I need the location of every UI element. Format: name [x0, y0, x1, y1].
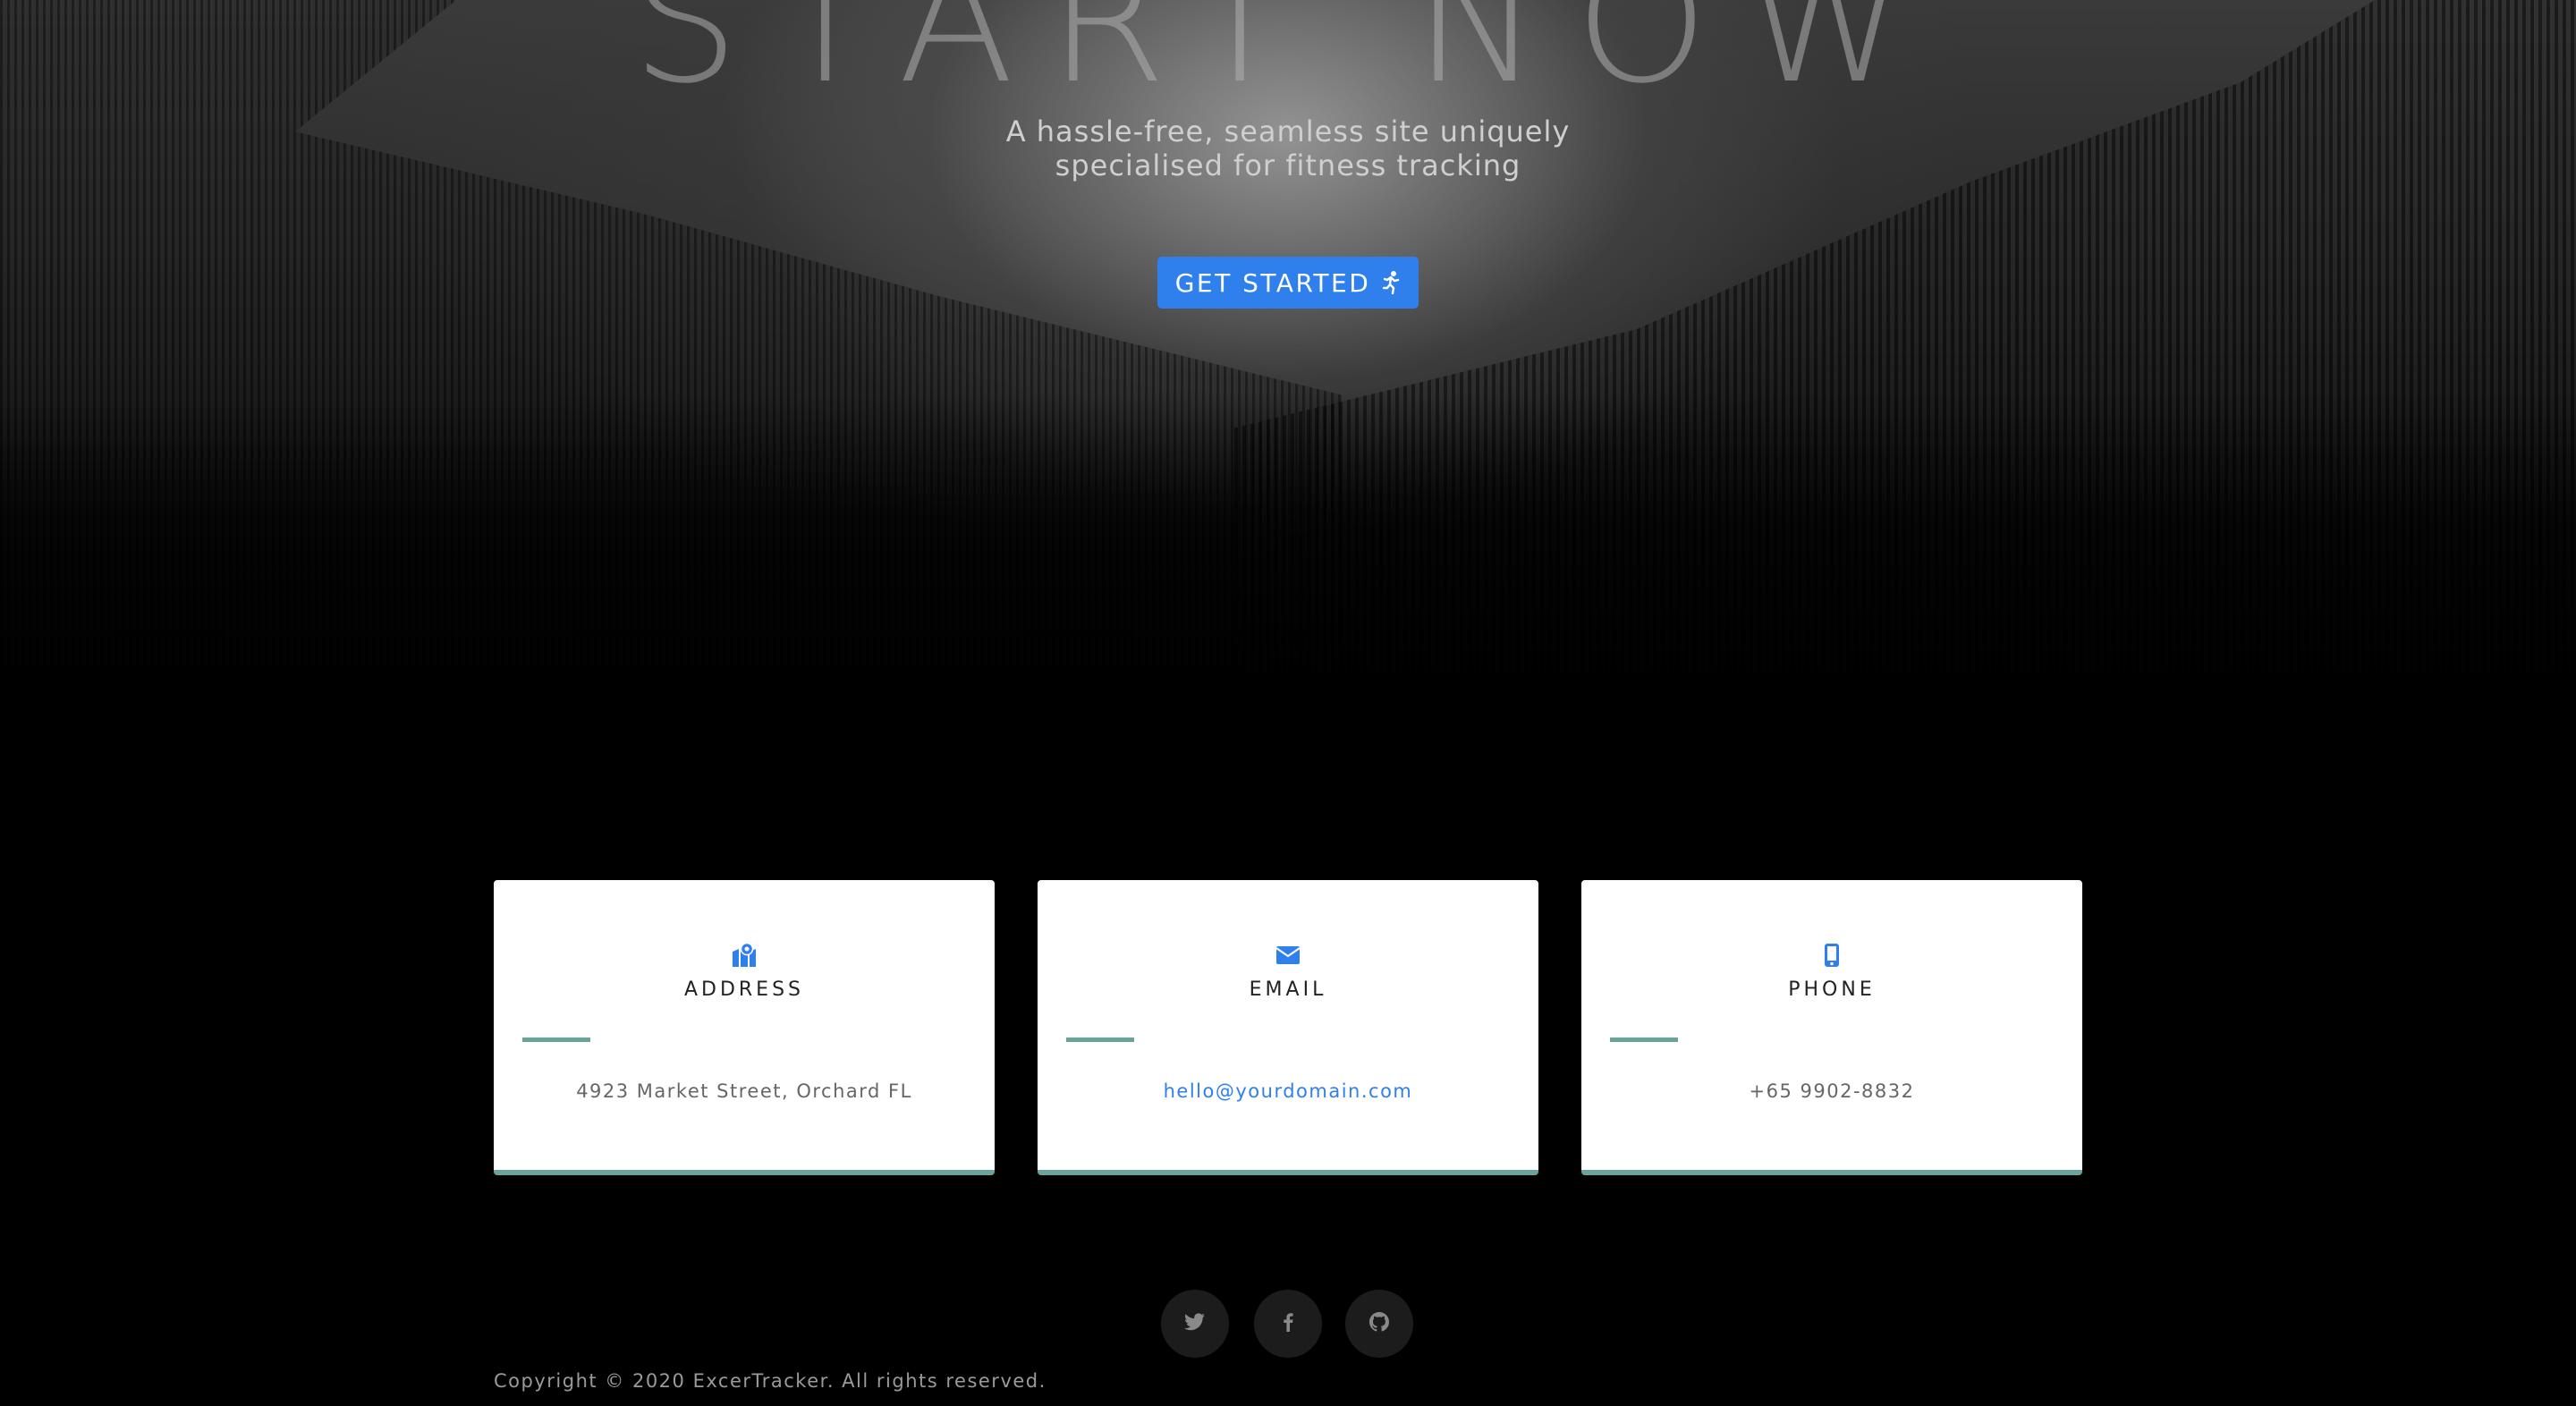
address-card: ADDRESS 4923 Market Street, Orchard FL [494, 880, 995, 1175]
address-value: 4923 Market Street, Orchard FL [576, 1080, 912, 1102]
running-icon [1381, 270, 1401, 295]
github-button[interactable] [1345, 1290, 1413, 1358]
get-started-label: GET STARTED [1174, 267, 1371, 298]
twitter-icon [1184, 1313, 1206, 1334]
github-icon [1368, 1311, 1390, 1336]
card-divider [522, 1038, 590, 1042]
address-title: ADDRESS [683, 978, 805, 1001]
mobile-phone-icon [1818, 941, 1846, 970]
phone-value: +65 9902-8832 [1749, 1080, 1915, 1102]
email-card: EMAIL hello@yourdomain.com [1038, 880, 1538, 1175]
hero-subtitle: A hassle-free, seamless site uniquely sp… [1005, 114, 1571, 182]
facebook-button[interactable] [1254, 1290, 1322, 1358]
map-marker-icon [730, 941, 758, 970]
get-started-button[interactable]: GET STARTED [1157, 257, 1419, 309]
phone-title: PHONE [1788, 978, 1876, 1001]
email-link[interactable]: hello@yourdomain.com [1038, 1080, 1538, 1102]
twitter-button[interactable] [1161, 1290, 1229, 1358]
card-divider [1066, 1038, 1134, 1042]
email-title: EMAIL [1249, 978, 1327, 1001]
phone-card: PHONE +65 9902-8832 [1581, 880, 2082, 1175]
social-links [1161, 1290, 1415, 1358]
envelope-icon [1274, 941, 1302, 970]
forest-floor-fade [0, 394, 2576, 823]
page: START NOW A hassle-free, seamless site u… [0, 0, 2576, 1406]
facebook-icon [1283, 1312, 1293, 1335]
copyright-text: Copyright © 2020 ExcerTracker. All right… [494, 1370, 1046, 1392]
contact-cards: ADDRESS 4923 Market Street, Orchard FL E… [494, 880, 2082, 1175]
hero-title: START NOW [631, 0, 1945, 121]
card-divider [1610, 1038, 1678, 1042]
